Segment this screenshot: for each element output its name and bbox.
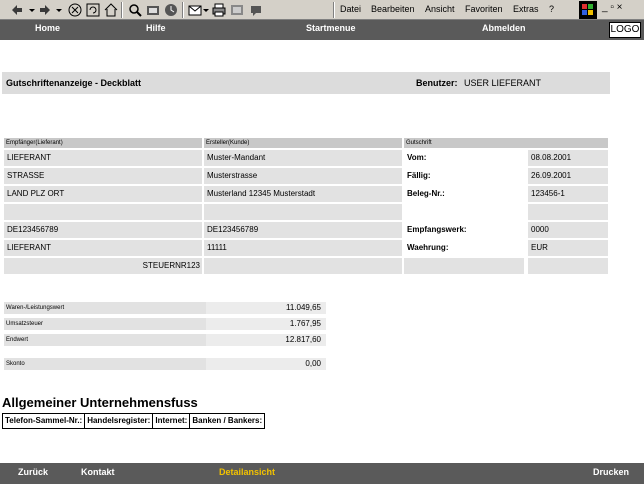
favorites-icon[interactable] bbox=[146, 3, 160, 17]
total-goods-label: Waren-/Leistungswert bbox=[4, 302, 206, 314]
footer-internet: Internet: bbox=[153, 414, 191, 428]
footer-register: Handelsregister: bbox=[85, 414, 154, 428]
discuss-icon[interactable] bbox=[250, 3, 264, 17]
issuer-vat: DE123456789 bbox=[204, 222, 402, 238]
issuer-empty2 bbox=[204, 258, 402, 274]
menu-view[interactable]: Ansicht bbox=[425, 4, 455, 14]
menu-edit[interactable]: Bearbeiten bbox=[371, 4, 415, 14]
recipient-empty bbox=[4, 204, 202, 220]
menu-file[interactable]: Datei bbox=[340, 4, 361, 14]
credit-from-label: Vom: bbox=[404, 150, 524, 166]
footer-banks: Banken / Bankers: bbox=[192, 416, 263, 425]
credit-doc-value: 123456-1 bbox=[528, 186, 608, 202]
print-icon[interactable] bbox=[212, 3, 226, 17]
issuer-city: Musterland 12345 Musterstadt bbox=[204, 186, 402, 202]
history-icon[interactable] bbox=[164, 3, 178, 17]
issuer-name: Muster-Mandant bbox=[204, 150, 402, 166]
recipient-street: STRASSE bbox=[4, 168, 202, 184]
footer-heading: Allgemeiner Unternehmensfuss bbox=[2, 395, 198, 410]
menu-help[interactable]: ? bbox=[549, 4, 554, 14]
recipient-city: LAND PLZ ORT bbox=[4, 186, 202, 202]
credit-currency-label: Waehrung: bbox=[404, 240, 524, 256]
stop-icon[interactable] bbox=[68, 3, 82, 17]
total-goods-value: 11.049,65 bbox=[206, 302, 326, 314]
forward-icon[interactable] bbox=[38, 3, 52, 17]
user-value: USER LIEFERANT bbox=[464, 78, 542, 88]
nav-home[interactable]: Home bbox=[35, 23, 60, 33]
back-link[interactable]: Zurück bbox=[18, 467, 48, 477]
chevron-down-icon[interactable] bbox=[55, 3, 69, 17]
recipient-name: LIEFERANT bbox=[4, 150, 202, 166]
search-icon[interactable] bbox=[128, 3, 142, 17]
user-label: Benutzer: bbox=[416, 78, 458, 88]
total-vat-label: Umsatzsteuer bbox=[4, 318, 206, 330]
back-icon[interactable] bbox=[10, 3, 24, 17]
total-final-label: Endwert bbox=[4, 334, 206, 346]
footer-table: Telefon-Sammel-Nr.: Handelsregister: Int… bbox=[2, 413, 266, 429]
credit-currency-value: EUR bbox=[528, 240, 608, 256]
logo: LOGO bbox=[609, 22, 641, 38]
credit-empty2 bbox=[404, 258, 524, 274]
issuer-street: Musterstrasse bbox=[204, 168, 402, 184]
menu-favorites[interactable]: Favoriten bbox=[465, 4, 503, 14]
detail-view-link[interactable]: Detailansicht bbox=[219, 467, 275, 477]
credit-due-value: 26.09.2001 bbox=[528, 168, 608, 184]
home-icon[interactable] bbox=[104, 3, 118, 17]
total-final-value: 12.817,60 bbox=[206, 334, 326, 346]
nav-startmenu[interactable]: Startmenue bbox=[306, 23, 356, 33]
issuer-number: 11111 bbox=[204, 240, 402, 256]
bottom-nav-bar: Zurück Kontakt Detailansicht Drucken bbox=[0, 463, 644, 484]
credit-header: Gutschrift bbox=[404, 138, 608, 148]
footer-phone: Telefon-Sammel-Nr.: bbox=[3, 414, 86, 428]
credit-due-label: Fällig: bbox=[404, 168, 524, 184]
recipient-header: Empfänger(Lieferant) bbox=[4, 138, 202, 148]
recipient-tax-no: STEUERNR123 bbox=[4, 258, 202, 274]
menu-extras[interactable]: Extras bbox=[513, 4, 539, 14]
issuer-header: Ersteller(Kunde) bbox=[204, 138, 402, 148]
credit-plant-label: Empfangswerk: bbox=[404, 222, 524, 238]
windows-logo-icon bbox=[579, 1, 597, 19]
credit-empty bbox=[528, 204, 608, 220]
credit-from-value: 08.08.2001 bbox=[528, 150, 608, 166]
refresh-icon[interactable] bbox=[86, 3, 100, 17]
nav-help[interactable]: Hilfe bbox=[146, 23, 166, 33]
nav-logout[interactable]: Abmelden bbox=[482, 23, 526, 33]
document-header: Gutschriftenanzeige - Deckblatt Benutzer… bbox=[2, 72, 610, 94]
recipient-vat: DE123456789 bbox=[4, 222, 202, 238]
credit-doc-label: Beleg-Nr.: bbox=[404, 186, 524, 202]
browser-toolbar: Datei Bearbeiten Ansicht Favoriten Extra… bbox=[0, 0, 644, 20]
skonto-label: Skonto bbox=[4, 358, 206, 370]
recipient-name2: LIEFERANT bbox=[4, 240, 202, 256]
app-nav-bar: Home Hilfe Startmenue Abmelden bbox=[0, 20, 644, 40]
issuer-empty bbox=[204, 204, 402, 220]
credit-plant-value: 0000 bbox=[528, 222, 608, 238]
page-title: Gutschriftenanzeige - Deckblatt bbox=[6, 78, 142, 88]
contact-link[interactable]: Kontakt bbox=[81, 467, 115, 477]
total-vat-value: 1.767,95 bbox=[206, 318, 326, 330]
window-controls[interactable]: _ ▫ × bbox=[602, 2, 642, 16]
edit-icon[interactable] bbox=[230, 3, 244, 17]
skonto-value: 0,00 bbox=[206, 358, 326, 370]
mail-icon[interactable] bbox=[188, 3, 202, 17]
print-link[interactable]: Drucken bbox=[593, 467, 629, 477]
credit-empty3 bbox=[528, 258, 608, 274]
